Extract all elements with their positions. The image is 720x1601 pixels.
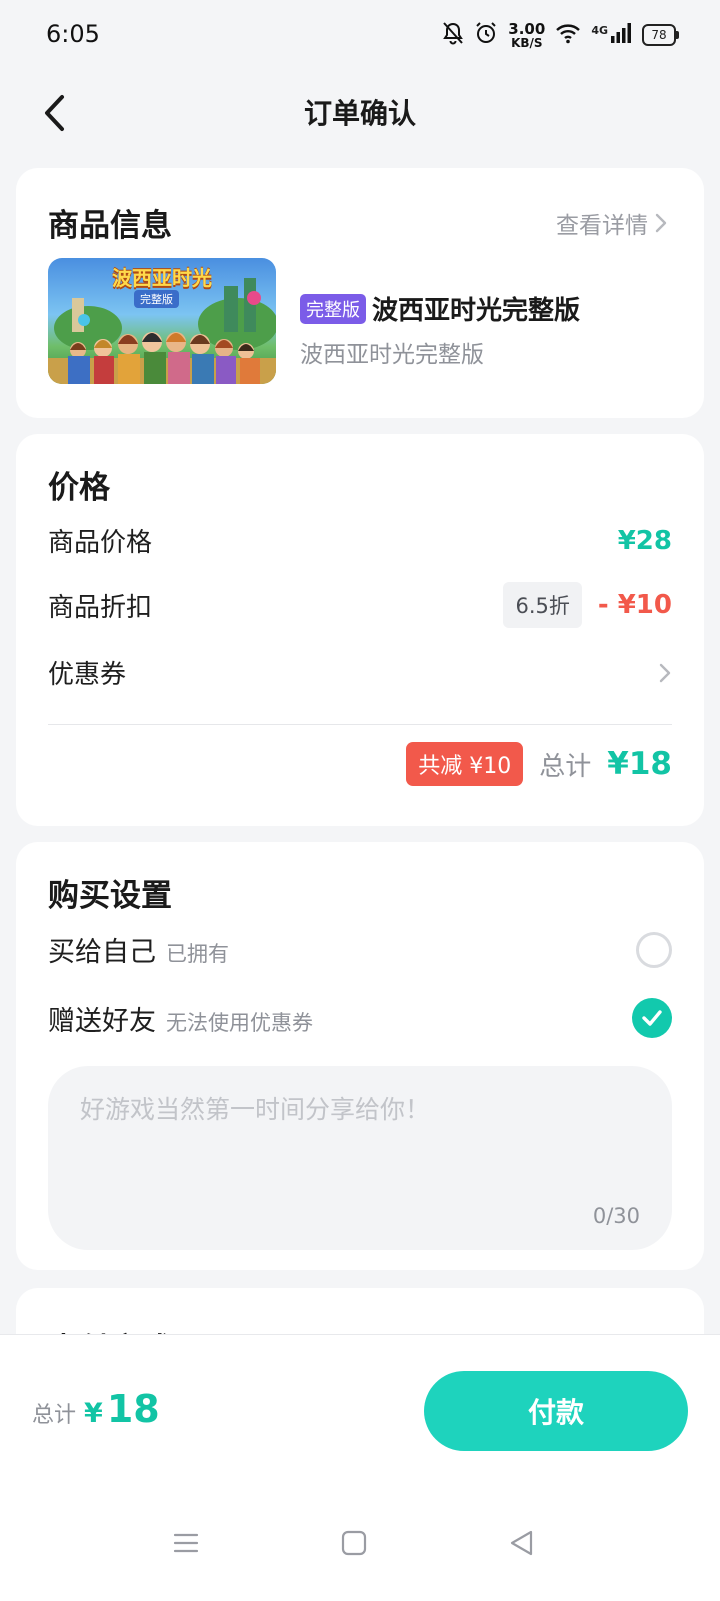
item-price-label: 商品价格 <box>48 528 153 558</box>
battery-icon: 78 <box>642 24 679 46</box>
coupon-row[interactable]: 优惠券 <box>48 654 672 691</box>
gift-friend-option[interactable]: 赠送好友 无法使用优惠券 <box>48 998 672 1038</box>
bottom-total-value: ¥18 <box>84 1387 160 1431</box>
product-thumbnail[interactable]: 波西亚时光 完整版 <box>48 258 276 384</box>
menu-nav-button[interactable] <box>166 1523 206 1563</box>
net-speed-value: 3.00 <box>508 19 546 38</box>
menu-icon <box>173 1533 199 1553</box>
view-details-link[interactable]: 查看详情 <box>556 206 668 240</box>
net-speed-unit: KB/S <box>511 35 543 50</box>
gift-friend-label: 赠送好友 <box>48 1005 156 1037</box>
discount-label: 商品折扣 <box>48 592 153 623</box>
gift-friend-radio[interactable] <box>632 998 672 1038</box>
price-divider <box>48 724 672 725</box>
purchase-settings-card: 购买设置 买给自己 已拥有 赠送好友 无法使用优惠券 好游戏当然第一时间分享给你… <box>16 842 704 1270</box>
currency-symbol: ¥ <box>84 1398 103 1429</box>
wifi-icon <box>555 22 581 48</box>
checkmark-icon <box>642 1010 662 1026</box>
discount-rate-chip: 6.5折 <box>503 582 582 628</box>
price-card: 价格 商品价格 ¥28 商品折扣 6.5折 - ¥10 优惠券 共减 ¥10 总… <box>16 434 704 826</box>
buy-for-self-option[interactable]: 买给自己 已拥有 <box>48 930 672 969</box>
network-type: 4G <box>591 23 608 37</box>
status-icons: 3.00 KB/S 4G 78 <box>442 18 679 52</box>
gift-message-input[interactable]: 好游戏当然第一时间分享给你！ 0/30 <box>48 1066 672 1250</box>
chevron-right-icon <box>655 213 667 233</box>
status-time: 6:05 <box>46 20 100 48</box>
purchase-settings-title: 购买设置 <box>48 878 172 914</box>
alarm-icon <box>474 21 498 49</box>
product-subtitle: 波西亚时光完整版 <box>300 342 484 368</box>
mute-bell-icon <box>442 21 464 49</box>
buy-for-self-note: 已拥有 <box>166 942 229 966</box>
gift-message-count: 0/30 <box>592 1204 640 1228</box>
home-square-icon <box>341 1530 367 1556</box>
price-total-label: 总计 <box>539 751 592 782</box>
buy-for-self-label: 买给自己 <box>48 937 156 968</box>
status-bar: 6:05 3.00 KB/S 4G 78 <box>0 0 720 70</box>
product-name: 波西亚时光完整版 <box>372 296 581 326</box>
discount-right: 6.5折 - ¥10 <box>503 582 672 628</box>
gift-friend-note: 无法使用优惠券 <box>166 1010 313 1035</box>
item-price-value: ¥28 <box>617 525 672 556</box>
header: 订单确认 <box>0 70 720 160</box>
net-speed: 3.00 KB/S <box>508 19 546 50</box>
discount-row: 商品折扣 6.5折 - ¥10 <box>48 582 672 628</box>
saved-badge: 共减 ¥10 <box>406 742 524 786</box>
back-triangle-icon <box>510 1530 533 1556</box>
chevron-right-icon <box>659 663 671 682</box>
coupon-label: 优惠券 <box>48 660 127 690</box>
discount-value: - ¥10 <box>597 590 672 620</box>
edition-tag: 完整版 <box>300 293 366 324</box>
buy-for-self-text: 买给自己 已拥有 <box>48 930 229 969</box>
buy-for-self-radio[interactable] <box>636 931 672 968</box>
product-card: 商品信息 查看详情 波西亚时光 完整版 完整版 波西亚时光完整版 波西亚时光完整… <box>16 168 704 418</box>
page-title: 订单确认 <box>303 97 416 130</box>
price-total-value: ¥18 <box>607 746 672 782</box>
signal-icon <box>610 22 632 48</box>
gift-friend-text: 赠送好友 无法使用优惠券 <box>48 999 313 1038</box>
view-details-label: 查看详情 <box>556 213 648 239</box>
thumbnail-title: 波西亚时光 <box>112 266 212 290</box>
system-nav-bar <box>0 1495 720 1575</box>
battery-level: 78 <box>651 28 667 42</box>
home-nav-button[interactable] <box>334 1523 374 1563</box>
bottom-total: 总计 ¥18 <box>32 1387 160 1431</box>
item-price-row: 商品价格 ¥28 <box>48 522 672 559</box>
back-nav-button[interactable] <box>502 1523 542 1563</box>
thumbnail-badge: 完整版 <box>134 290 179 308</box>
product-section-title: 商品信息 <box>48 208 172 244</box>
bottom-bar: 总计 ¥18 付款 <box>0 1334 720 1601</box>
gift-message-placeholder: 好游戏当然第一时间分享给你！ <box>80 1095 431 1124</box>
bottom-total-label: 总计 <box>32 1403 77 1428</box>
price-total-row: 共减 ¥10 总计 ¥18 <box>406 742 672 786</box>
product-name-row: 完整版 波西亚时光完整版 <box>300 290 680 327</box>
product-info: 完整版 波西亚时光完整版 波西亚时光完整版 <box>300 290 680 369</box>
bottom-total-amount: 18 <box>106 1387 160 1431</box>
price-section-title: 价格 <box>48 470 110 506</box>
pay-button[interactable]: 付款 <box>424 1371 688 1451</box>
